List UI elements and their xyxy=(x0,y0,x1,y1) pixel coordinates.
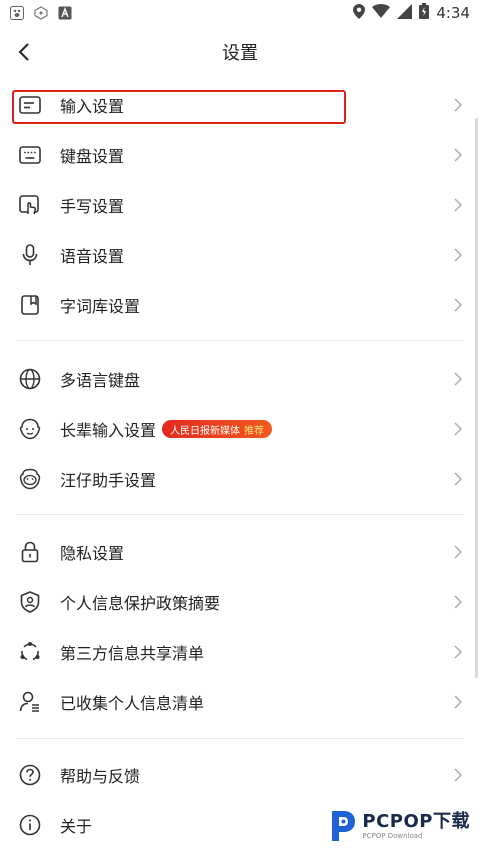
keyboard-icon xyxy=(18,143,42,167)
battery-icon xyxy=(419,3,430,23)
header: 设置 xyxy=(0,26,480,78)
chevron-right-icon xyxy=(452,196,464,214)
row-dictionary-settings[interactable]: 字词库设置 xyxy=(0,280,480,330)
chevron-right-icon xyxy=(452,470,464,488)
row-privacy-settings[interactable]: 隐私设置 xyxy=(0,527,480,577)
dictionary-icon xyxy=(18,293,42,317)
watermark-title: PCPOP下载 xyxy=(362,810,470,832)
badge-text: 人民日报新媒体 xyxy=(170,425,241,437)
row-label: 长辈输入设置 人民日报新媒体 推荐 xyxy=(60,417,273,441)
row-label: 隐私设置 xyxy=(60,544,125,563)
row-label: 语音设置 xyxy=(60,247,125,266)
section-divider xyxy=(16,738,464,739)
chevron-right-icon xyxy=(452,643,464,661)
row-collected-info-list[interactable]: 已收集个人信息清单 xyxy=(0,677,480,727)
chevron-right-icon xyxy=(452,543,464,561)
globe-icon xyxy=(18,367,42,391)
page-title: 设置 xyxy=(222,43,258,64)
a-notification-icon xyxy=(58,6,72,20)
microphone-icon xyxy=(18,243,42,267)
chevron-right-icon xyxy=(452,96,464,114)
input-settings-icon xyxy=(18,93,42,117)
row-keyboard-settings[interactable]: 键盘设置 xyxy=(0,130,480,180)
row-label: 帮助与反馈 xyxy=(60,767,141,786)
chevron-right-icon xyxy=(452,296,464,314)
row-label: 键盘设置 xyxy=(60,147,125,166)
chevron-left-icon xyxy=(18,43,29,61)
share-nodes-icon xyxy=(18,640,42,664)
assistant-dog-icon xyxy=(18,467,42,491)
chevron-right-icon xyxy=(452,593,464,611)
section-divider xyxy=(16,514,464,515)
row-label-text: 长辈输入设置 xyxy=(60,421,157,440)
shield-person-icon xyxy=(18,590,42,614)
row-label: 手写设置 xyxy=(60,197,125,216)
row-label: 已收集个人信息清单 xyxy=(60,694,205,713)
scrollbar[interactable] xyxy=(475,118,478,678)
row-elder-input-settings[interactable]: 长辈输入设置 人民日报新媒体 推荐 xyxy=(0,404,480,454)
row-voice-settings[interactable]: 语音设置 xyxy=(0,230,480,280)
pcpop-logo-icon xyxy=(332,811,356,841)
chevron-right-icon xyxy=(452,370,464,388)
watermark: PCPOP下载 PCPOP Download xyxy=(328,809,470,843)
row-multilanguage-keyboard[interactable]: 多语言键盘 xyxy=(0,354,480,404)
help-icon xyxy=(18,763,42,787)
row-assistant-settings[interactable]: 汪仔助手设置 xyxy=(0,454,480,504)
section-divider xyxy=(16,340,464,341)
row-third-party-sharing[interactable]: 第三方信息共享清单 xyxy=(0,627,480,677)
chevron-right-icon xyxy=(452,146,464,164)
row-label: 输入设置 xyxy=(60,97,125,116)
lock-icon xyxy=(18,540,42,564)
back-button[interactable] xyxy=(10,38,38,66)
row-label: 个人信息保护政策摘要 xyxy=(60,594,221,613)
row-label: 汪仔助手设置 xyxy=(60,471,157,490)
info-icon xyxy=(18,813,42,837)
watermark-subtitle: PCPOP Download xyxy=(362,831,423,840)
row-input-settings[interactable]: 输入设置 xyxy=(0,80,480,130)
paw-notification-icon xyxy=(10,6,24,20)
status-time: 4:34 xyxy=(436,4,470,22)
chevron-right-icon xyxy=(452,693,464,711)
row-label: 关于 xyxy=(60,817,93,836)
row-label: 第三方信息共享清单 xyxy=(60,644,205,663)
status-bar: 4:34 xyxy=(0,0,480,26)
chevron-right-icon xyxy=(452,420,464,438)
chevron-right-icon xyxy=(452,766,464,784)
handwriting-icon xyxy=(18,193,42,217)
row-label: 字词库设置 xyxy=(60,297,141,316)
location-icon xyxy=(353,3,366,23)
row-privacy-policy-summary[interactable]: 个人信息保护政策摘要 xyxy=(0,577,480,627)
chevron-right-icon xyxy=(452,246,464,264)
recommend-badge: 人民日报新媒体 推荐 xyxy=(162,420,273,438)
wifi-icon xyxy=(372,4,391,22)
person-list-icon xyxy=(18,690,42,714)
row-handwriting-settings[interactable]: 手写设置 xyxy=(0,180,480,230)
row-label: 多语言键盘 xyxy=(60,371,141,390)
signal-icon xyxy=(397,3,413,23)
badge-tag: 推荐 xyxy=(244,425,265,437)
elder-face-icon xyxy=(18,417,42,441)
app-notification-icon xyxy=(34,6,48,20)
row-help-feedback[interactable]: 帮助与反馈 xyxy=(0,750,480,800)
